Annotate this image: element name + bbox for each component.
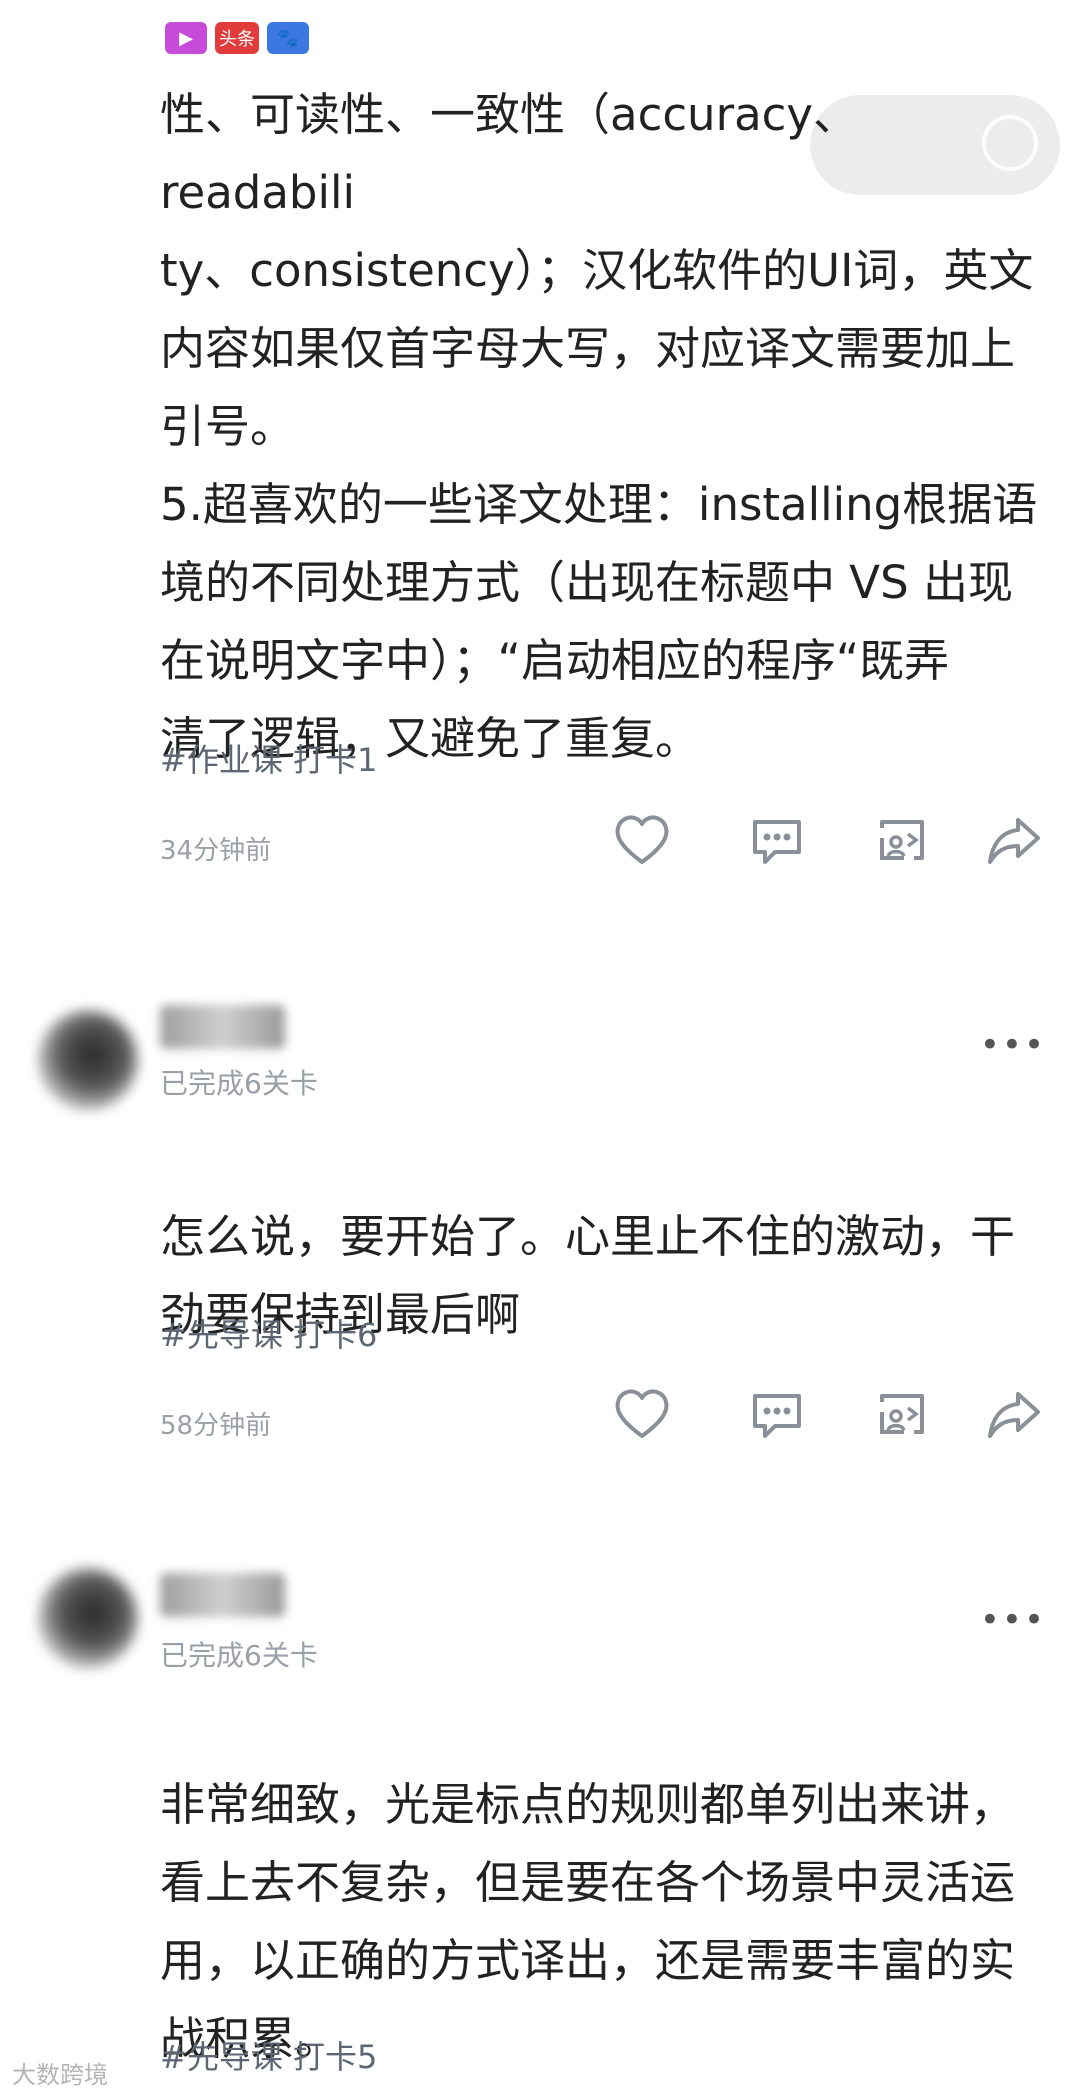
more-options-button[interactable]: •••: [980, 1025, 1046, 1065]
avatar[interactable]: [38, 1010, 138, 1110]
heart-icon: [615, 1389, 669, 1438]
post-tag[interactable]: #作业课 打卡1: [160, 735, 377, 781]
share-icon: [988, 818, 1040, 864]
heart-icon: [615, 815, 669, 864]
share-button[interactable]: [982, 808, 1046, 872]
like-button[interactable]: [610, 1382, 674, 1446]
repost-icon: [880, 820, 924, 860]
avatar[interactable]: [38, 1568, 138, 1668]
username[interactable]: [160, 1005, 285, 1049]
repost-button[interactable]: [870, 808, 934, 872]
post-tag[interactable]: #先导课 打卡5: [160, 2032, 377, 2078]
repost-icon: [880, 1394, 924, 1434]
post-time: 58分钟前: [160, 1411, 272, 1441]
like-button[interactable]: [610, 808, 674, 872]
more-options-button[interactable]: •••: [980, 1600, 1046, 1640]
post-actions: [610, 808, 1050, 878]
post-tag[interactable]: #先导课 打卡6: [160, 1310, 377, 1356]
comment-button[interactable]: [745, 1382, 809, 1446]
comment-icon: [753, 1394, 801, 1438]
post-body: 非常细致，光是标点的规则都单列出来讲， 看上去不复杂，但是要在各个场景中灵活运 …: [160, 1778, 1016, 2065]
share-icon: [988, 1392, 1040, 1438]
post-time: 34分钟前: [160, 836, 272, 866]
post-actions: [610, 1382, 1050, 1452]
share-button[interactable]: [982, 1382, 1046, 1446]
post-body: 性、可读性、一致性（accuracy、readabili ty、consiste…: [160, 88, 1038, 765]
user-level: 已完成6关卡: [160, 1639, 318, 1672]
comment-icon: [753, 820, 801, 864]
repost-button[interactable]: [870, 1382, 934, 1446]
username[interactable]: [160, 1573, 285, 1617]
comment-button[interactable]: [745, 808, 809, 872]
watermark-text: 大数跨境: [12, 2061, 108, 2089]
user-level: 已完成6关卡: [160, 1067, 318, 1100]
